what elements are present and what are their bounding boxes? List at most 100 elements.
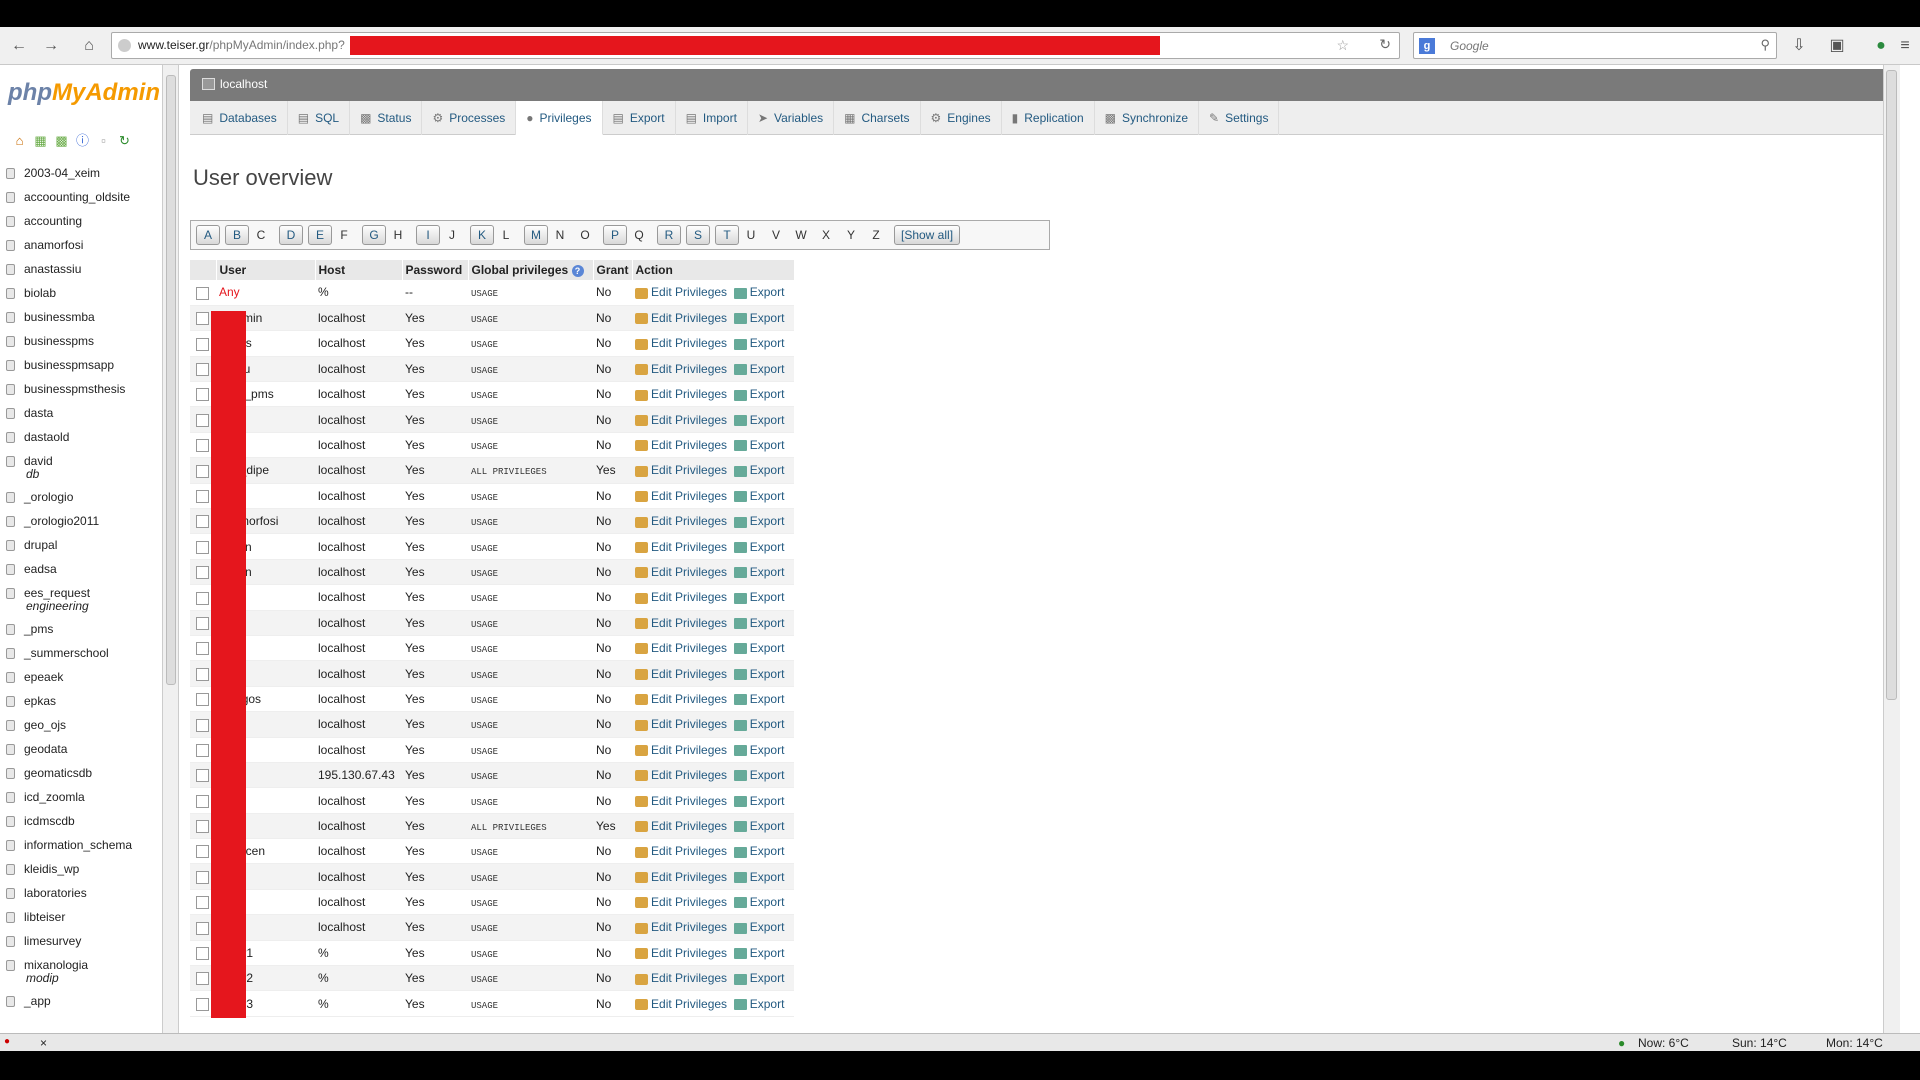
edit-privileges-link[interactable]: Edit Privileges [651,844,727,858]
database-icon[interactable] [6,767,15,779]
export-icon[interactable] [733,465,747,477]
sidebar-db-item[interactable]: information_schema [0,833,150,857]
export-link[interactable]: Export [750,997,785,1011]
sidebar-db-label[interactable]: biolab [24,286,56,300]
sidebar-db-label[interactable]: limesurvey [24,934,81,948]
tab-synchronize[interactable]: ▩ Synchronize [1095,101,1200,135]
edit-privileges-icon[interactable] [635,440,649,452]
edit-privileges-icon[interactable] [635,567,649,579]
database-icon[interactable] [6,623,15,635]
sidebar-db-label[interactable]: anastassiu [24,262,81,276]
bookmark-star-icon[interactable]: ☆ [1336,37,1349,54]
sidebar-db-item[interactable]: _orologio2011 [0,509,150,533]
export-icon[interactable] [733,897,747,909]
edit-privileges-link[interactable]: Edit Privileges [651,616,727,630]
database-icon[interactable] [6,215,15,227]
export-icon[interactable] [733,287,747,299]
abp-icon[interactable]: ● [4,1036,10,1047]
sidebar-db-label[interactable]: libteiser [24,910,65,924]
edit-privileges-icon[interactable] [635,389,649,401]
sidebar-db-sublabel[interactable]: engineering [0,599,150,615]
close-icon[interactable]: × [40,1036,47,1050]
edit-privileges-link[interactable]: Edit Privileges [651,311,727,325]
edit-privileges-icon[interactable] [635,795,649,807]
export-link[interactable]: Export [750,540,785,554]
sidebar-db-item[interactable]: geodata [0,737,150,761]
initial-k[interactable]: K [470,225,494,245]
export-icon[interactable] [733,668,747,680]
edit-privileges-link[interactable]: Edit Privileges [651,590,727,604]
export-icon[interactable] [733,694,747,706]
row-checkbox[interactable] [196,769,209,783]
database-icon[interactable] [6,719,15,731]
back-icon[interactable]: ← [8,35,30,57]
export-link[interactable]: Export [750,438,785,452]
edit-privileges-link[interactable]: Edit Privileges [651,413,727,427]
edit-privileges-icon[interactable] [635,846,649,858]
sidebar-db-item[interactable]: businesspmsapp [0,353,150,377]
sidebar-db-label[interactable]: laboratories [24,886,87,900]
sidebar-db-label[interactable]: 2003-04_xeim [24,166,100,180]
sidebar-db-label[interactable]: businesspmsthesis [24,382,125,396]
edit-privileges-icon[interactable] [635,287,649,299]
export-link[interactable]: Export [750,387,785,401]
row-checkbox[interactable] [196,566,209,580]
sidebar-db-label[interactable]: businesspmsapp [24,358,114,372]
sidebar-db-item[interactable]: icd_zoomla [0,785,150,809]
edit-privileges-icon[interactable] [635,897,649,909]
tab-replication[interactable]: ▮ Replication [1002,101,1095,135]
edit-privileges-link[interactable]: Edit Privileges [651,667,727,681]
initial-t[interactable]: T [715,225,739,245]
database-icon[interactable] [6,263,15,275]
export-link[interactable]: Export [750,717,785,731]
sidebar-db-label[interactable]: icd_zoomla [24,790,85,804]
edit-privileges-icon[interactable] [635,821,649,833]
edit-privileges-link[interactable]: Edit Privileges [651,438,727,452]
export-link[interactable]: Export [750,667,785,681]
export-icon[interactable] [733,846,747,858]
edit-privileges-link[interactable]: Edit Privileges [651,743,727,757]
logout-icon[interactable]: ▦ [33,133,48,148]
sidebar-db-label[interactable]: _pms [24,622,53,636]
export-link[interactable]: Export [750,565,785,579]
edit-privileges-link[interactable]: Edit Privileges [651,285,727,299]
sidebar-scrollbar[interactable] [163,65,179,1033]
row-checkbox[interactable] [196,896,209,910]
tab-status[interactable]: ▩ Status [350,101,423,135]
row-checkbox[interactable] [196,591,209,605]
sidebar-db-item[interactable]: geomaticsdb [0,761,150,785]
initial-m[interactable]: M [524,225,548,245]
sidebar-db-label[interactable]: geodata [24,742,67,756]
row-checkbox[interactable] [196,337,209,351]
export-link[interactable]: Export [750,285,785,299]
export-link[interactable]: Export [750,819,785,833]
row-checkbox[interactable] [196,286,209,300]
database-icon[interactable] [6,539,15,551]
sidebar-db-label[interactable]: _orologio [24,490,73,504]
row-checkbox[interactable] [196,388,209,402]
main-scrollbar[interactable] [1883,65,1900,1033]
home-icon[interactable]: ⌂ [12,133,27,148]
tab-processes[interactable]: ⚙ Processes [422,101,517,135]
row-checkbox[interactable] [196,642,209,656]
database-icon[interactable] [6,839,15,851]
sidebar-db-label[interactable]: eadsa [24,562,57,576]
row-checkbox[interactable] [196,921,209,935]
sidebar-db-label[interactable]: icdmscdb [24,814,75,828]
initial-i[interactable]: I [416,225,440,245]
row-checkbox[interactable] [196,540,209,554]
export-link[interactable]: Export [750,946,785,960]
export-icon[interactable] [733,618,747,630]
row-checkbox[interactable] [196,947,209,961]
sidebar-db-item[interactable]: anamorfosi [0,233,150,257]
initial-e[interactable]: E [308,225,332,245]
row-checkbox[interactable] [196,439,209,453]
export-link[interactable]: Export [750,743,785,757]
tab-import[interactable]: ▤ Import [676,101,748,135]
sidebar-db-sublabel[interactable]: modip [0,971,150,987]
edit-privileges-icon[interactable] [635,491,649,503]
sidebar-db-label[interactable]: epkas [24,694,56,708]
export-icon[interactable] [733,389,747,401]
initial-a[interactable]: A [196,225,220,245]
sidebar-db-label[interactable]: businesspms [24,334,94,348]
